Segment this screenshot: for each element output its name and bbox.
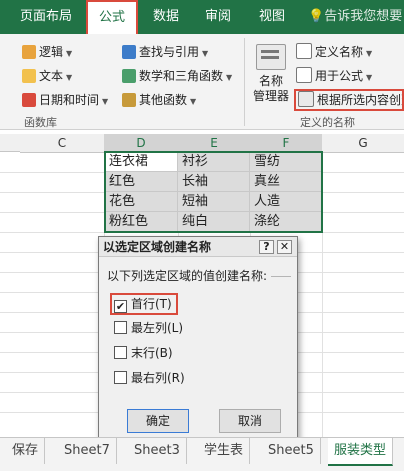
more-functions-icon [122,93,136,107]
lookup-reference-button[interactable]: 查找与引用 ▼ [122,42,208,62]
sheet-tab-save[interactable]: 保存 [6,438,46,464]
defined-names-label: 定义的名称 [300,116,355,129]
chevron-down-icon: ▼ [190,97,197,106]
fx-icon [296,67,312,83]
tab-formulas[interactable]: 公式 [86,0,138,36]
checkbox-unchecked[interactable] [114,371,127,384]
help-button[interactable]: ? [259,240,274,254]
more-functions-button[interactable]: 其他函数 ▼ [122,90,196,110]
option-left-column[interactable]: 最左列(L) [114,319,183,337]
ribbon-tab-bar: 页面布局 公式 数据 审阅 视图 💡告诉我您想要 [0,0,404,36]
chevron-down-icon: ▼ [366,73,373,82]
option-bottom-row[interactable]: 末行(B) [114,344,173,362]
text-functions-button[interactable]: 文本 ▼ [22,66,72,86]
sheet-tab-bar: 保存 Sheet7 Sheet3 学生表 Sheet5 服装类型 [0,437,404,471]
select-all-corner[interactable] [0,134,20,152]
name-manager-label-1: 名称 [258,74,283,88]
math-icon [122,69,136,83]
sheet-tab-sheet5[interactable]: Sheet5 [262,438,321,464]
option-right-column[interactable]: 最右列(R) [114,369,185,387]
sheet-tab-sheet7[interactable]: Sheet7 [58,438,117,464]
use-in-formula-button[interactable]: 用于公式 ▼ [296,66,372,86]
chevron-down-icon: ▼ [66,49,73,58]
tab-page-layout[interactable]: 页面布局 [10,0,82,34]
name-manager-icon [256,44,286,70]
sheet-tab-students[interactable]: 学生表 [198,438,251,464]
text-icon [22,69,36,83]
function-library-label: 函数库 [24,116,57,129]
option-top-row[interactable]: ✔ 首行(T) [110,293,178,315]
tell-me-search[interactable]: 💡告诉我您想要 [308,0,404,34]
group-divider [244,38,245,126]
date-time-icon [22,93,36,107]
tab-view[interactable]: 视图 [250,0,294,34]
date-time-functions-button[interactable]: 日期和时间 ▼ [22,90,108,110]
name-manager-button[interactable]: 名称 管理器 [250,40,292,110]
math-trig-button[interactable]: 数学和三角函数 ▼ [122,66,232,86]
chevron-down-icon: ▼ [366,49,373,58]
dialog-prompt: 以下列选定区域的值创建名称: [107,267,293,284]
lookup-icon [122,45,136,59]
close-button[interactable]: ✕ [277,240,292,254]
tab-review[interactable]: 审阅 [196,0,240,34]
define-name-icon [296,43,312,59]
selection-range-border [104,151,323,233]
checkbox-unchecked[interactable] [114,321,127,334]
checkbox-unchecked[interactable] [114,346,127,359]
create-from-selection-button[interactable]: 根据所选内容创建 [294,89,404,111]
checkbox-checked[interactable]: ✔ [114,300,127,313]
sheet-tab-clothing-type[interactable]: 服装类型 [328,438,394,466]
create-names-dialog: 以选定区域创建名称 ? ✕ 以下列选定区域的值创建名称: ✔ 首行(T) 最左列(… [98,236,298,441]
tab-data[interactable]: 数据 [142,0,190,34]
ok-button[interactable]: 确定 [127,409,189,433]
chevron-down-icon: ▼ [102,97,109,106]
chevron-down-icon: ▼ [226,73,233,82]
create-from-selection-icon [298,91,314,107]
prompt-divider [271,276,292,277]
chevron-down-icon: ▼ [202,49,209,58]
tell-me-text: 告诉我您想要 [324,9,403,24]
lightbulb-icon: 💡 [308,9,325,24]
sheet-tab-sheet3[interactable]: Sheet3 [128,438,187,464]
chevron-down-icon: ▼ [66,73,73,82]
logic-functions-button[interactable]: 逻辑 ▼ [22,42,72,62]
name-manager-label-2: 管理器 [252,89,289,103]
cancel-button[interactable]: 取消 [219,409,281,433]
column-header-g[interactable]: G [322,134,404,153]
logic-icon [22,45,36,59]
define-name-button[interactable]: 定义名称 ▼ [296,42,372,62]
ribbon-formulas: 逻辑 ▼ 文本 ▼ 日期和时间 ▼ 查找与引用 ▼ 数学和三角函数 ▼ 其他函数 ▼ 函数库… [0,34,404,130]
column-header-c[interactable]: C [20,134,105,153]
